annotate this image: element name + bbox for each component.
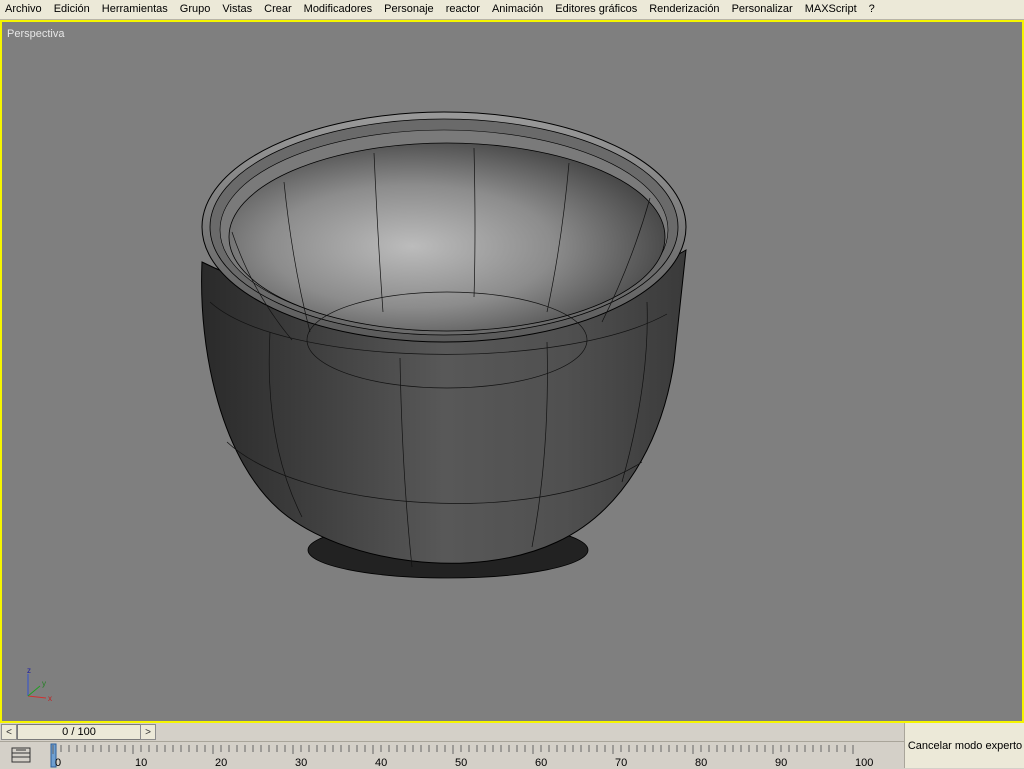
- menu-item-2[interactable]: Herramientas: [96, 0, 174, 19]
- menu-bar: Archivo Edición Herramientas Grupo Vistas Cre…: [0, 0, 1024, 20]
- axis-tripod: z x y: [27, 666, 52, 703]
- ruler-tick-label: 10: [135, 757, 147, 769]
- ruler-tick-label: 80: [695, 757, 707, 769]
- time-slider-bar: < 0 / 100 >: [0, 723, 904, 740]
- menu-item-10[interactable]: Editores gráficos: [549, 0, 643, 19]
- cancel-expert-mode-button[interactable]: Cancelar modo experto: [904, 723, 1024, 768]
- ruler-tick-label: 100: [855, 757, 873, 769]
- menu-item-6[interactable]: Modificadores: [298, 0, 378, 19]
- ruler-tick-label: 50: [455, 757, 467, 769]
- ruler-tick-label: 70: [615, 757, 627, 769]
- ruler-tick-label: 60: [535, 757, 547, 769]
- time-slider[interactable]: 0 / 100: [17, 724, 141, 740]
- ruler-tick-label: 20: [215, 757, 227, 769]
- ruler-tick-label: 90: [775, 757, 787, 769]
- axis-y-label: y: [42, 679, 46, 688]
- menu-item-13[interactable]: MAXScript: [799, 0, 863, 19]
- menu-item-12[interactable]: Personalizar: [726, 0, 799, 19]
- axis-z-label: z: [27, 666, 31, 675]
- menu-item-4[interactable]: Vistas: [216, 0, 258, 19]
- menu-item-3[interactable]: Grupo: [174, 0, 217, 19]
- chevron-left-icon: <: [6, 726, 12, 738]
- bowl-mesh[interactable]: [2, 22, 1022, 721]
- viewport-perspective[interactable]: Perspectiva z x y: [0, 20, 1024, 723]
- mini-curve-editor-icon[interactable]: [10, 746, 32, 764]
- track-bar[interactable]: 0 10 20 30 40 50 60 70 80 90 100: [0, 741, 904, 769]
- menu-item-14[interactable]: ?: [863, 0, 881, 19]
- menu-item-9[interactable]: Animación: [486, 0, 549, 19]
- menu-item-8[interactable]: reactor: [440, 0, 486, 19]
- chevron-right-icon: >: [145, 726, 151, 738]
- menu-item-5[interactable]: Crear: [258, 0, 298, 19]
- timeline-ruler[interactable]: 0 10 20 30 40 50 60 70 80 90 100: [48, 742, 898, 769]
- frame-display: 0 / 100: [62, 726, 96, 738]
- menu-item-1[interactable]: Edición: [48, 0, 96, 19]
- menu-item-11[interactable]: Renderización: [643, 0, 725, 19]
- cancel-expert-mode-label: Cancelar modo experto: [907, 739, 1023, 752]
- ruler-tick-label: 40: [375, 757, 387, 769]
- prev-frame-button[interactable]: <: [1, 724, 17, 740]
- menu-item-0[interactable]: Archivo: [0, 0, 48, 19]
- axis-x-label: x: [48, 694, 52, 703]
- menu-item-7[interactable]: Personaje: [378, 0, 440, 19]
- ruler-tick-label: 30: [295, 757, 307, 769]
- next-frame-button[interactable]: >: [140, 724, 156, 740]
- ruler-tick-label: 0: [55, 757, 61, 769]
